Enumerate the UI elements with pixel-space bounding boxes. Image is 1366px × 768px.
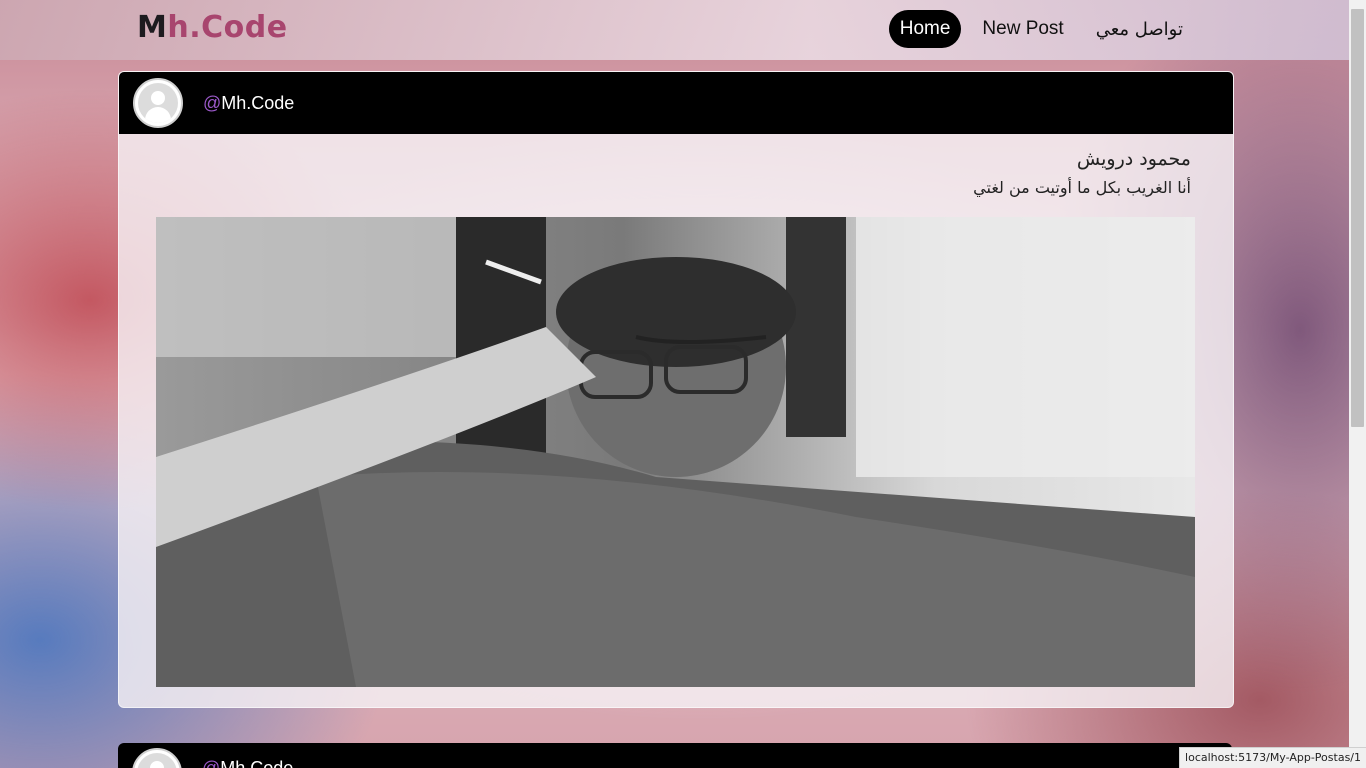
nav-new-post-link[interactable]: New Post (971, 10, 1074, 48)
brand-name: h.Code (167, 10, 288, 45)
user-icon (137, 753, 177, 768)
navbar: Mh.Code Home New Post تواصل معي (0, 0, 1349, 60)
brand-initial: M (137, 10, 168, 45)
scrollbar-thumb[interactable] (1351, 9, 1364, 427)
at-sign: @ (202, 758, 221, 768)
link-status-bar: localhost:5173/My-App-Postas/1 (1179, 747, 1366, 768)
scrollbar[interactable] (1349, 0, 1366, 768)
avatar[interactable] (133, 78, 183, 128)
post-body: محمود درويش أنا الغريب بكل ما أوتيت من ل… (119, 134, 1233, 707)
post-username[interactable]: @Mh.Code (202, 758, 293, 768)
username-text: Mh.Code (220, 758, 294, 768)
post-card[interactable]: @Mh.Code محمود درويش أنا الغريب بكل ما أ… (118, 71, 1234, 708)
portrait-photo (156, 217, 1195, 687)
post-text: أنا الغريب بكل ما أوتيت من لغتي (973, 178, 1191, 197)
nav-home-link[interactable]: Home (888, 10, 962, 48)
username-text: Mh.Code (221, 92, 295, 113)
post-card[interactable]: @Mh.Code (118, 743, 1232, 768)
user-icon (138, 83, 178, 123)
post-title: محمود درويش (1076, 148, 1191, 170)
at-sign: @ (203, 92, 222, 113)
avatar[interactable] (132, 748, 182, 768)
post-header: @Mh.Code (118, 743, 1232, 768)
nav-contact-link[interactable]: تواصل معي (1085, 11, 1194, 48)
post-username[interactable]: @Mh.Code (203, 93, 294, 114)
post-header: @Mh.Code (119, 72, 1233, 134)
nav-links: Home New Post تواصل معي (888, 10, 1194, 48)
brand-logo[interactable]: Mh.Code (137, 10, 288, 45)
post-image (156, 217, 1195, 687)
